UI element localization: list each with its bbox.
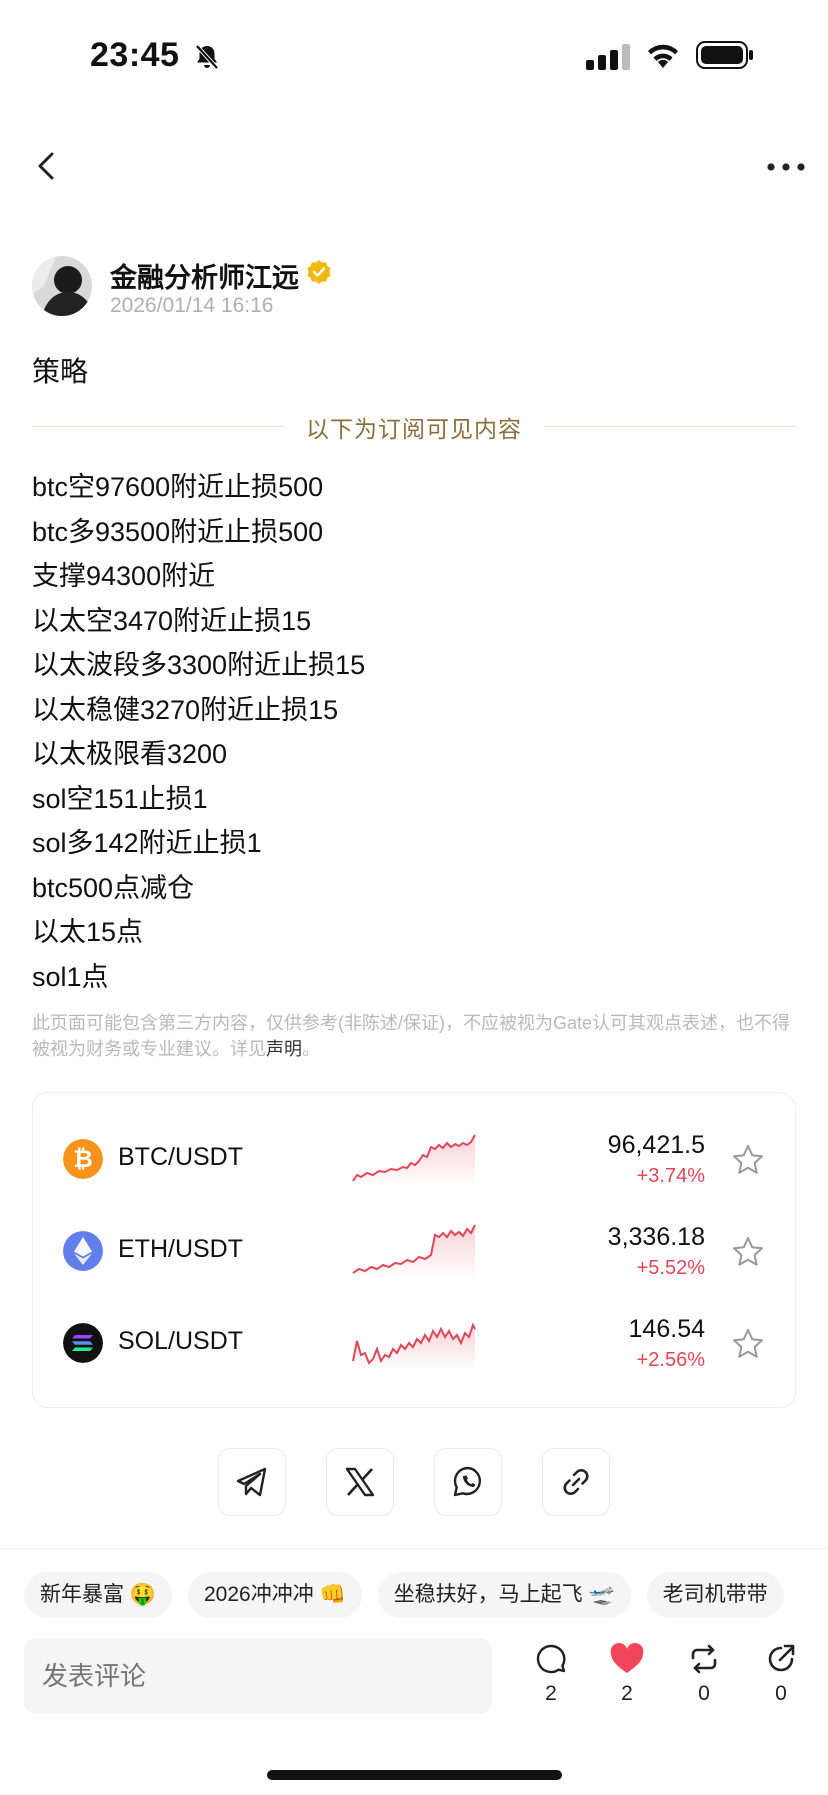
market-change: +2.56% <box>636 1349 705 1371</box>
ethereum-icon <box>63 1231 103 1271</box>
market-price: 3,336.18 <box>607 1223 705 1251</box>
divider-line <box>544 426 796 427</box>
market-change: +5.52% <box>636 1257 705 1279</box>
more-options-icon[interactable] <box>766 160 806 174</box>
disclaimer-link[interactable]: 声明 <box>266 1039 302 1059</box>
whatsapp-icon <box>453 1466 482 1497</box>
tags-row: 新年暴富 🤑 2026冲冲冲 👊 坐稳扶好，马上起飞 🛫 老司机带带 <box>24 1572 828 1620</box>
disclaimer-end: 。 <box>302 1039 320 1059</box>
share-telegram-button[interactable] <box>218 1448 286 1516</box>
comment-action[interactable]: 2 <box>526 1642 576 1706</box>
svg-text:₿: ₿ <box>73 1146 93 1173</box>
post-line: sol多142附近止损1 <box>32 828 262 858</box>
market-row-btc[interactable]: ₿ BTC/USDT 96,421.5 +3.74% <box>33 1119 797 1199</box>
share-whatsapp-button[interactable] <box>434 1448 502 1516</box>
sparkline-chart <box>352 1134 476 1187</box>
post-line: 以太15点 <box>32 917 144 947</box>
repost-count: 0 <box>698 1682 710 1705</box>
share-icon <box>768 1644 795 1672</box>
post-line: 支撑94300附近 <box>32 561 216 591</box>
share-row <box>218 1448 618 1518</box>
market-pair: ETH/USDT <box>118 1235 243 1263</box>
favorite-star-icon[interactable] <box>731 1235 765 1269</box>
sparkline-chart <box>352 1224 476 1279</box>
favorite-star-icon[interactable] <box>731 1327 765 1361</box>
status-time: 23:45 <box>90 36 180 74</box>
favorite-star-icon[interactable] <box>731 1143 765 1177</box>
market-row-eth[interactable]: ETH/USDT 3,336.18 +5.52% <box>33 1211 797 1291</box>
post-line: btc500点减仓 <box>32 872 195 903</box>
link-icon <box>563 1469 589 1495</box>
post-line: sol空151止损1 <box>32 783 208 814</box>
tag-chip[interactable]: 坐稳扶好，马上起飞 🛫 <box>377 1572 631 1618</box>
post-line: 以太空3470附近止损15 <box>32 605 312 636</box>
post-line: 以太波段多3300附近止损15 <box>32 650 366 680</box>
x-icon <box>345 1467 375 1497</box>
copy-link-button[interactable] <box>542 1448 610 1516</box>
heart-icon <box>610 1642 644 1673</box>
post-line: btc空97600附近止损500 <box>32 472 324 502</box>
share-x-button[interactable] <box>326 1448 394 1516</box>
tag-chip[interactable]: 新年暴富 🤑 <box>24 1572 172 1618</box>
post-line: sol1点 <box>32 961 109 992</box>
battery-icon <box>696 41 753 69</box>
separator <box>0 1548 828 1549</box>
bell-muted-icon <box>195 44 219 70</box>
post-title: 策略 <box>32 356 89 387</box>
avatar[interactable] <box>32 256 92 316</box>
bitcoin-icon: ₿ <box>63 1139 103 1179</box>
like-action[interactable]: 2 <box>602 1642 652 1706</box>
post-line: 以太稳健3270附近止损15 <box>32 694 339 725</box>
market-card: ₿ BTC/USDT 96,421.5 +3.74% ETH/USDT 3,33… <box>32 1092 796 1408</box>
post-line: 以太极限看3200 <box>32 739 228 769</box>
comment-icon <box>536 1644 566 1674</box>
wifi-icon <box>648 44 678 68</box>
market-pair: SOL/USDT <box>118 1327 244 1355</box>
solana-icon <box>63 1323 103 1363</box>
telegram-icon <box>236 1467 267 1497</box>
subscriber-divider-label: 以下为订阅可见内容 <box>306 416 522 442</box>
like-count: 2 <box>621 1682 633 1705</box>
post-body: btc空97600附近止损500 btc多93500附近止损500 支撑9430… <box>32 465 796 999</box>
author-header: 金融分析师江远 2026/01/14 16:16 <box>32 256 732 322</box>
repost-action[interactable]: 0 <box>679 1642 729 1706</box>
market-price: 96,421.5 <box>607 1131 705 1159</box>
author-name[interactable]: 金融分析师江远 <box>110 256 299 295</box>
repost-icon <box>691 1644 717 1674</box>
share-action[interactable]: 0 <box>756 1642 806 1706</box>
tag-chip[interactable]: 老司机带带 <box>646 1572 784 1618</box>
share-count: 0 <box>775 1682 787 1705</box>
comment-count: 2 <box>545 1682 557 1705</box>
verified-badge-icon <box>307 260 331 284</box>
back-icon[interactable] <box>30 148 66 184</box>
market-pair: BTC/USDT <box>118 1143 243 1171</box>
market-change: +3.74% <box>636 1165 705 1187</box>
tag-chip[interactable]: 2026冲冲冲 👊 <box>187 1572 362 1618</box>
sparkline-chart <box>352 1322 476 1371</box>
disclaimer: 此页面可能包含第三方内容，仅供参考(非陈述/保证)，不应被视为Gate认可其观点… <box>32 1010 796 1062</box>
subscriber-divider: 以下为订阅可见内容 <box>32 410 796 442</box>
market-price: 146.54 <box>628 1315 705 1343</box>
signal-icon <box>586 44 630 70</box>
post-line: btc多93500附近止损500 <box>32 516 324 547</box>
comment-input[interactable] <box>24 1638 492 1714</box>
status-bar: 23:45 <box>0 0 828 110</box>
disclaimer-text: 此页面可能包含第三方内容，仅供参考(非陈述/保证)，不应被视为Gate认可其观点… <box>32 1013 791 1059</box>
market-row-sol[interactable]: SOL/USDT 146.54 +2.56% <box>33 1303 797 1383</box>
post-timestamp: 2026/01/14 16:16 <box>110 294 274 317</box>
home-indicator <box>267 1770 562 1780</box>
